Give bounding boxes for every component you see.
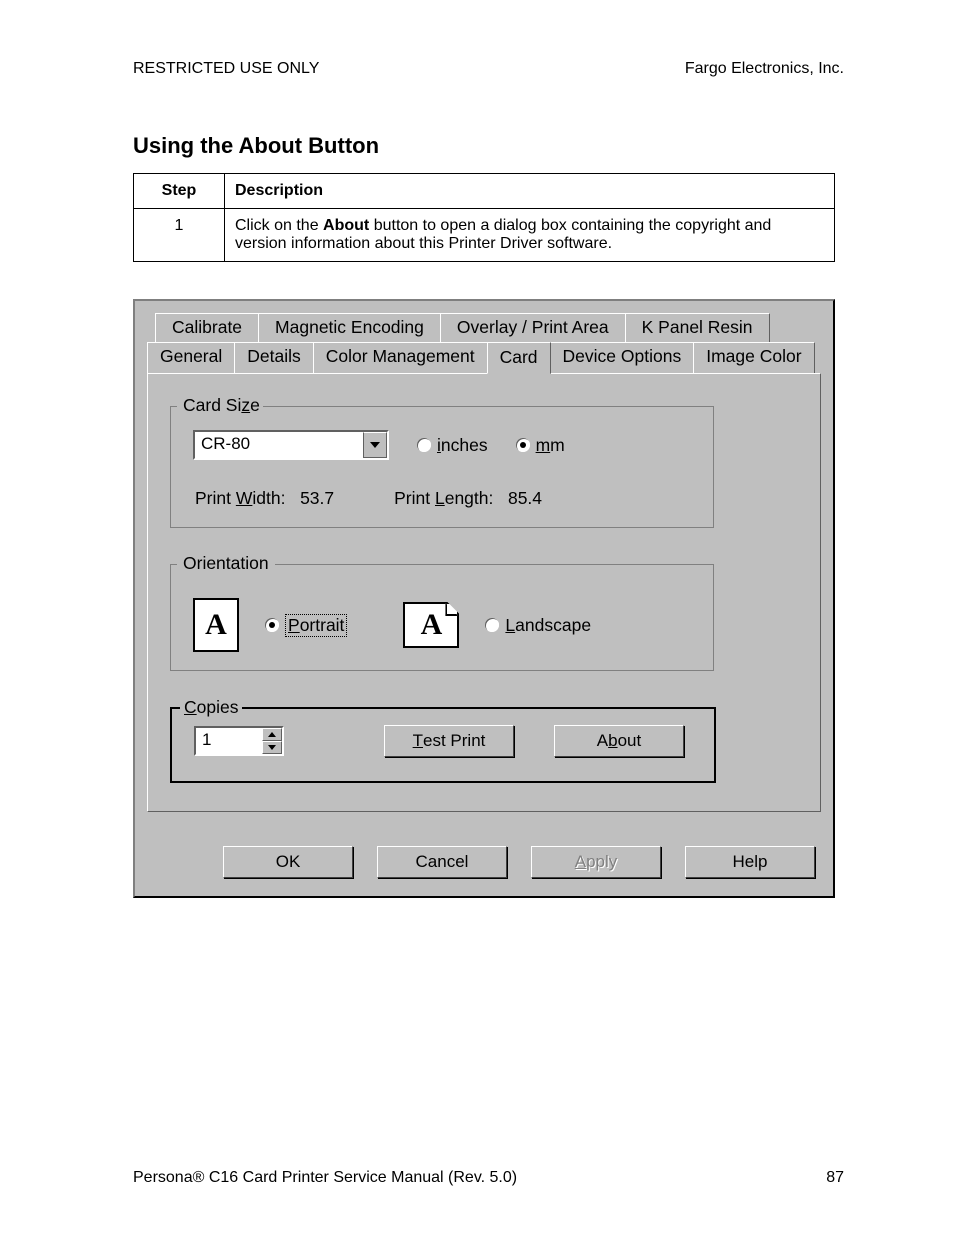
radio-icon [265,618,279,632]
tab-k-panel-resin[interactable]: K Panel Resin [625,313,770,342]
tab-magnetic-encoding[interactable]: Magnetic Encoding [258,313,441,342]
col-step: Step [134,174,225,209]
page-footer: Persona® C16 Card Printer Service Manual… [133,1169,844,1187]
print-width-label: Print Width: 53.7 [195,488,334,509]
test-print-button[interactable]: Test Print [384,725,514,757]
dialog-buttons: OK Cancel Apply Help [147,846,821,878]
cancel-button[interactable]: Cancel [377,846,507,878]
orientation-group: Orientation A Portrait A [170,564,714,671]
radio-icon [417,438,431,452]
tab-calibrate[interactable]: Calibrate [155,313,259,342]
copies-value[interactable]: 1 [196,728,262,754]
tab-details[interactable]: Details [234,342,314,373]
orientation-legend: Orientation [179,553,273,574]
radio-icon [516,438,530,452]
col-description: Description [225,174,835,209]
help-button[interactable]: Help [685,846,815,878]
card-size-select[interactable]: CR-80 [193,430,389,460]
header-right: Fargo Electronics, Inc. [685,60,844,78]
tab-strip: Calibrate Magnetic Encoding Overlay / Pr… [147,313,821,373]
copies-stepper[interactable]: 1 [194,726,284,756]
chevron-down-icon [370,442,380,448]
page-number: 87 [826,1169,844,1187]
tab-image-color[interactable]: Image Color [693,342,814,373]
landscape-icon: A [403,602,459,648]
copies-group: Copies 1 Test Print [170,707,716,783]
tab-general[interactable]: General [147,342,235,373]
instructions-table: Step Description 1 Click on the About bu… [133,173,835,262]
print-dimensions: Print Width: 53.7 Print Length: 85.4 [193,488,691,509]
unit-mm-radio[interactable]: mm [516,435,565,456]
section-heading: Using the About Button [133,133,844,159]
radio-icon [485,618,499,632]
chevron-up-icon [268,732,276,737]
footer-title: Persona® C16 Card Printer Service Manual… [133,1169,517,1187]
print-length-label: Print Length: 85.4 [394,488,542,509]
copies-spin-up[interactable] [262,728,282,741]
portrait-radio[interactable]: Portrait [265,614,347,637]
card-tab-panel: Card Size CR-80 inches mm [147,373,821,812]
portrait-icon: A [193,598,239,652]
dropdown-icon[interactable] [363,432,387,458]
chevron-down-icon [268,745,276,750]
tab-overlay-print-area[interactable]: Overlay / Print Area [440,313,626,342]
card-size-group: Card Size CR-80 inches mm [170,406,714,528]
header-left: RESTRICTED USE ONLY [133,60,319,78]
row1-step: 1 [134,209,225,262]
page-header: RESTRICTED USE ONLY Fargo Electronics, I… [133,60,844,78]
print-length-value: 85.4 [508,488,542,508]
tab-color-management[interactable]: Color Management [313,342,488,373]
row1-description: Click on the About button to open a dial… [225,209,835,262]
tab-device-options[interactable]: Device Options [550,342,695,373]
unit-inches-radio[interactable]: inches [417,435,488,456]
ok-button[interactable]: OK [223,846,353,878]
landscape-radio[interactable]: Landscape [485,615,591,636]
properties-dialog: Calibrate Magnetic Encoding Overlay / Pr… [133,299,835,898]
card-size-value: CR-80 [195,432,363,458]
tab-card[interactable]: Card [487,342,551,374]
about-button[interactable]: About [554,725,684,757]
copies-spin-down[interactable] [262,741,282,754]
print-width-value: 53.7 [300,488,334,508]
card-size-legend: Card Size [179,395,264,416]
copies-legend: Copies [180,697,242,718]
apply-button[interactable]: Apply [531,846,661,878]
